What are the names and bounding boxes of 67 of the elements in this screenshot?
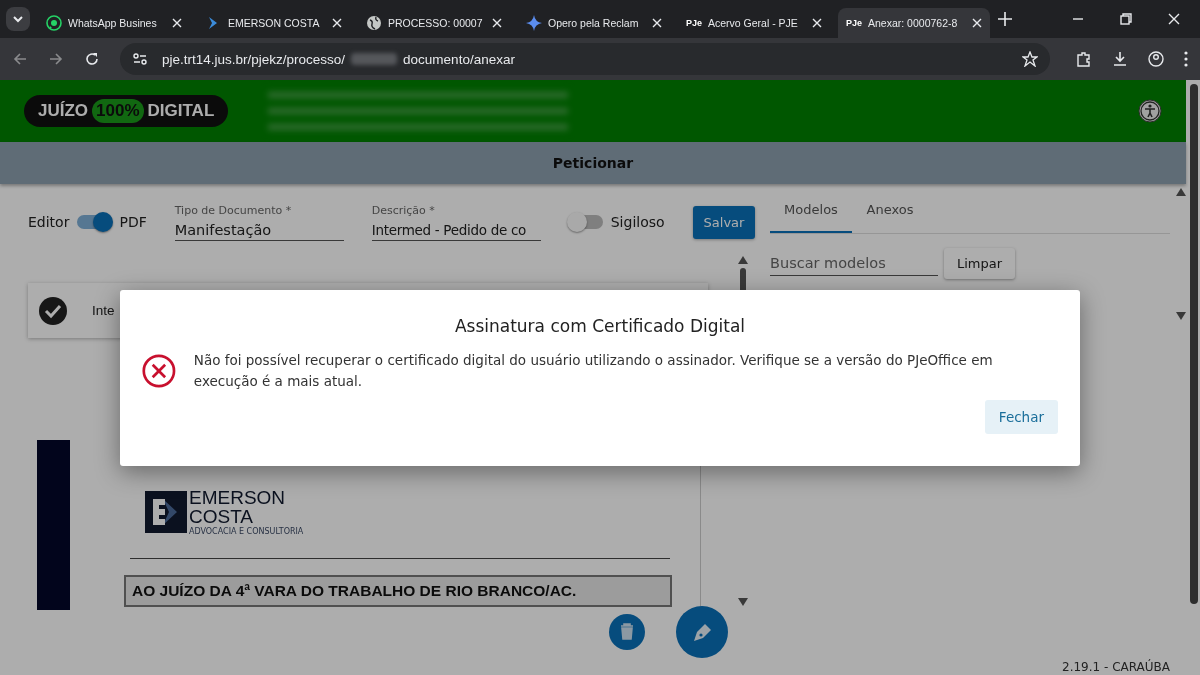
version-text: 2.19.1 - CARAÚBA: [1061, 660, 1170, 675]
chat-bubble-icon: [46, 15, 62, 31]
globe-icon: [366, 15, 382, 31]
title-bar: Peticionar: [0, 142, 1186, 184]
accessibility-icon[interactable]: [1138, 99, 1162, 123]
browser-tab[interactable]: PROCESSO: 00007: [358, 8, 510, 38]
toggle-label: Sigiloso: [610, 214, 665, 230]
extension-icon[interactable]: [1076, 51, 1092, 67]
close-icon[interactable]: [1168, 13, 1180, 25]
download-icon[interactable]: [1112, 51, 1128, 67]
scroll-up-icon[interactable]: [1176, 188, 1186, 196]
close-icon[interactable]: [972, 18, 982, 28]
favicon-logo: PJe: [686, 18, 702, 28]
scroll-down-icon[interactable]: [1176, 312, 1186, 320]
pen-button[interactable]: [676, 606, 728, 658]
input-field[interactable]: Descrição * Intermed - Pedido de co: [371, 203, 541, 241]
browser-tab[interactable]: WhatsApp Busines: [38, 8, 190, 38]
sparkle-icon: [526, 15, 542, 31]
blurred-text: [351, 53, 398, 65]
url-text: documento/anexar: [403, 51, 515, 67]
close-icon[interactable]: [332, 18, 342, 28]
search-field[interactable]: Buscar modelos: [770, 251, 938, 276]
brand-name: COSTA: [189, 507, 255, 526]
back-icon[interactable]: [12, 51, 28, 67]
save-button[interactable]: Salvar: [692, 205, 756, 239]
address-bar[interactable]: pje.trt14.jus.br/pjekz/processo/ documento/anexar: [120, 43, 1050, 75]
toggle-switch[interactable]: [568, 215, 603, 229]
menu-icon[interactable]: [1184, 51, 1188, 67]
star-icon[interactable]: [1022, 51, 1038, 67]
close-button[interactable]: Fechar: [984, 400, 1058, 434]
close-icon[interactable]: [812, 18, 822, 28]
close-icon[interactable]: [172, 18, 182, 28]
tab-list-icon[interactable]: [6, 7, 30, 31]
brand-tagline: ADVOCACIA E CONSULTORIA: [189, 528, 304, 536]
toggle-switch[interactable]: [77, 215, 112, 229]
toggle-label: Editor: [28, 214, 70, 230]
close-icon[interactable]: [492, 18, 502, 28]
panel-tab[interactable]: Modelos: [770, 194, 852, 233]
dialog-message: Não foi possível recuperar o certificado digital do usuário utilizando o assinador. Verifique se a versão do PJeOffice em execução é a mais atual.: [193, 351, 994, 391]
toggle-label: PDF: [119, 214, 147, 230]
scrollbar-thumb[interactable]: [1190, 84, 1198, 604]
scroll-up-icon[interactable]: [738, 256, 748, 264]
brand-logo-icon: [145, 491, 187, 533]
restore-icon[interactable]: [1120, 13, 1132, 25]
brand-name: EMERSON: [189, 488, 287, 507]
dialog-title: Assinatura com Certificado Digital: [453, 316, 747, 336]
profile-icon[interactable]: [1148, 51, 1164, 67]
close-icon[interactable]: [652, 18, 662, 28]
favicon-logo: PJe: [846, 18, 862, 28]
input-field[interactable]: Tipo de Documento * Manifestação: [174, 203, 344, 241]
browser-tab[interactable]: Opero pela Reclam: [518, 8, 670, 38]
scroll-down-icon[interactable]: [738, 598, 748, 606]
reload-icon[interactable]: [84, 51, 100, 67]
browser-tab[interactable]: PJe Anexar: 0000762-8: [838, 8, 990, 38]
panel-tab[interactable]: Anexos: [852, 194, 928, 233]
document-heading: AO JUÍZO DA 4ª VARA DO TRABALHO DE RIO BRANCO/AC.: [124, 575, 672, 607]
clear-button[interactable]: Limpar: [944, 248, 1016, 279]
browser-tab[interactable]: PJe Acervo Geral - PJE: [678, 8, 830, 38]
new-tab-icon[interactable]: [998, 12, 1012, 26]
item-title: Inte: [92, 303, 115, 318]
forward-icon[interactable]: [48, 51, 64, 67]
logo: JUÍZO 100% DIGITAL: [24, 95, 229, 127]
trash-button[interactable]: [609, 614, 645, 650]
browser-tab[interactable]: EMERSON COSTA: [198, 8, 350, 38]
url-text: pje.trt14.jus.br/pjekz/processo/: [162, 51, 346, 67]
site-settings-icon: [132, 51, 148, 67]
error-icon: [142, 352, 176, 390]
